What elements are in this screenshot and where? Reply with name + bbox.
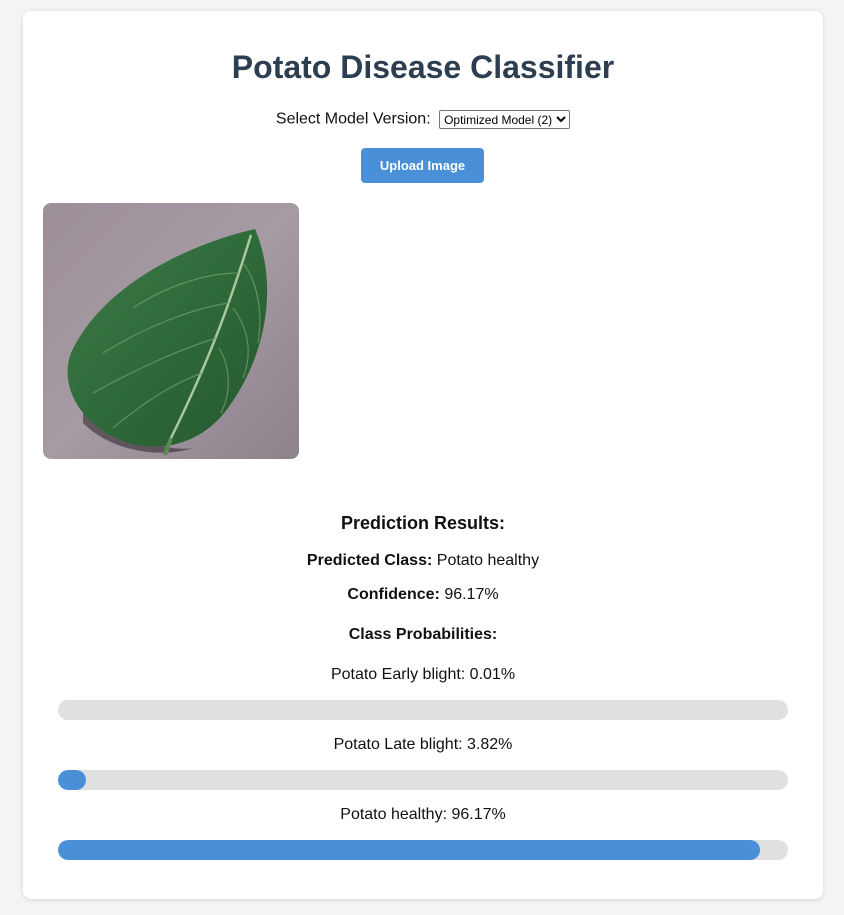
model-version-select[interactable]: Optimized Model (2) <box>439 110 571 129</box>
predicted-class-value: Potato healthy <box>436 552 540 569</box>
prob-label-healthy: Potato healthy: 96.17% <box>340 806 506 823</box>
confidence-value: 96.17% <box>444 586 499 603</box>
page-title: Potato Disease Classifier <box>231 49 615 85</box>
predicted-class-label: Predicted Class: <box>306 552 433 569</box>
prob-bar-late-blight <box>58 770 788 790</box>
upload-image-button[interactable]: Upload Image <box>361 148 484 183</box>
prob-label-late-blight: Potato Late blight: 3.82% <box>333 736 513 753</box>
prob-bar-fill <box>58 840 761 860</box>
model-select-label: Select Model Version: <box>275 110 431 128</box>
prob-bar-healthy <box>58 840 788 860</box>
prob-bar-fill <box>58 770 86 790</box>
prob-bar-early-blight <box>58 700 788 720</box>
confidence-line: Confidence: 96.17% <box>23 586 823 604</box>
predicted-class-line: Predicted Class: Potato healthy <box>23 552 823 570</box>
prob-label-early-blight: Potato Early blight: 0.01% <box>330 666 516 683</box>
class-probabilities-heading: Class Probabilities: <box>348 626 498 643</box>
classifier-card: Potato Disease Classifier Select Model V… <box>23 11 823 899</box>
model-select-row: Select Model Version: Optimized Model (2… <box>23 110 823 129</box>
uploaded-leaf-image <box>43 203 299 459</box>
confidence-label: Confidence: <box>347 586 440 603</box>
prediction-results-heading: Prediction Results: <box>340 513 506 533</box>
